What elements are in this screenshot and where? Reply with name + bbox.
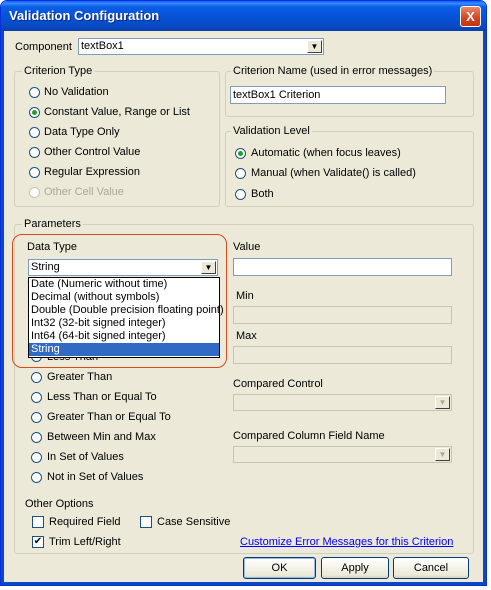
window-frame-right — [483, 31, 486, 585]
chevron-down-icon: ▼ — [435, 448, 450, 461]
radio-automatic[interactable] — [235, 148, 246, 159]
radio-other-control-value-label: Other Control Value — [44, 146, 141, 158]
compared-column-label: Compared Column Field Name — [233, 430, 385, 442]
required-field-label: Required Field — [49, 516, 121, 528]
cancel-button[interactable]: Cancel — [393, 557, 469, 579]
radio-no-validation-label: No Validation — [44, 86, 109, 98]
component-combobox[interactable]: textBox1 ▼ — [78, 38, 324, 55]
other-options-label: Other Options — [25, 498, 94, 510]
radio-between-label: Between Min and Max — [47, 431, 156, 443]
ok-button[interactable]: OK — [243, 557, 316, 579]
radio-greater-or-equal[interactable] — [31, 412, 42, 423]
criterion-name-value: textBox1 Criterion — [233, 89, 321, 101]
value-label: Value — [233, 241, 261, 253]
value-input[interactable] — [233, 258, 452, 276]
max-input — [233, 346, 452, 364]
radio-greater-than-label: Greater Than — [47, 371, 113, 383]
radio-other-control-value[interactable] — [29, 147, 40, 158]
component-label: Component — [15, 41, 72, 53]
compared-control-combobox: ▼ — [233, 394, 452, 411]
radio-in-set-label: In Set of Values — [47, 451, 124, 463]
radio-both[interactable] — [235, 189, 246, 200]
title-bar[interactable]: Validation Configuration X — [1, 1, 486, 31]
customize-error-messages-link[interactable]: Customize Error Messages for this Criter… — [240, 536, 453, 548]
chevron-down-icon[interactable]: ▼ — [307, 40, 322, 53]
radio-other-cell-value — [29, 187, 40, 198]
radio-both-label: Both — [251, 188, 274, 200]
radio-greater-or-equal-label: Greater Than or Equal To — [47, 411, 171, 423]
radio-other-cell-value-label: Other Cell Value — [44, 186, 124, 198]
radio-less-or-equal[interactable] — [31, 392, 42, 403]
window-title: Validation Configuration — [9, 8, 160, 23]
radio-greater-than[interactable] — [31, 372, 42, 383]
component-value: textBox1 — [81, 40, 124, 52]
validation-level-title: Validation Level — [231, 125, 312, 137]
compared-control-label: Compared Control — [233, 378, 323, 390]
radio-not-in-set[interactable] — [31, 472, 42, 483]
radio-less-or-equal-label: Less Than or Equal To — [47, 391, 157, 403]
compared-column-combobox: ▼ — [233, 446, 452, 463]
radio-constant-value[interactable] — [29, 107, 40, 118]
case-sensitive-label: Case Sensitive — [157, 516, 231, 528]
parameters-title: Parameters — [22, 218, 83, 230]
checkmark-icon: ✔ — [33, 536, 43, 547]
validation-configuration-dialog: Validation Configuration X Component tex… — [0, 0, 487, 586]
chevron-down-icon: ▼ — [435, 396, 450, 409]
min-label: Min — [236, 290, 254, 302]
radio-no-validation[interactable] — [29, 87, 40, 98]
required-field-checkbox[interactable] — [32, 516, 44, 528]
criterion-name-input[interactable]: textBox1 Criterion — [230, 86, 446, 104]
window-frame-left — [1, 31, 4, 585]
radio-not-in-set-label: Not in Set of Values — [47, 471, 144, 483]
radio-regular-expression[interactable] — [29, 167, 40, 178]
radio-automatic-label: Automatic (when focus leaves) — [251, 147, 401, 159]
radio-between[interactable] — [31, 432, 42, 443]
radio-manual-label: Manual (when Validate() is called) — [251, 167, 416, 179]
max-label: Max — [236, 330, 257, 342]
close-button[interactable]: X — [460, 6, 481, 27]
case-sensitive-checkbox[interactable] — [140, 516, 152, 528]
criterion-type-title: Criterion Type — [22, 65, 95, 77]
annotation-highlight — [12, 234, 227, 368]
trim-checkbox[interactable]: ✔ — [32, 536, 44, 548]
min-input — [233, 306, 452, 324]
trim-label: Trim Left/Right — [49, 536, 121, 548]
radio-manual[interactable] — [235, 168, 246, 179]
apply-button[interactable]: Apply — [321, 557, 389, 579]
radio-data-type-only-label: Data Type Only — [44, 126, 120, 138]
window-frame-bottom — [1, 582, 486, 585]
criterion-name-title: Criterion Name (used in error messages) — [231, 65, 435, 77]
radio-in-set[interactable] — [31, 452, 42, 463]
radio-data-type-only[interactable] — [29, 127, 40, 138]
radio-regular-expression-label: Regular Expression — [44, 166, 140, 178]
radio-constant-value-label: Constant Value, Range or List — [44, 106, 190, 118]
